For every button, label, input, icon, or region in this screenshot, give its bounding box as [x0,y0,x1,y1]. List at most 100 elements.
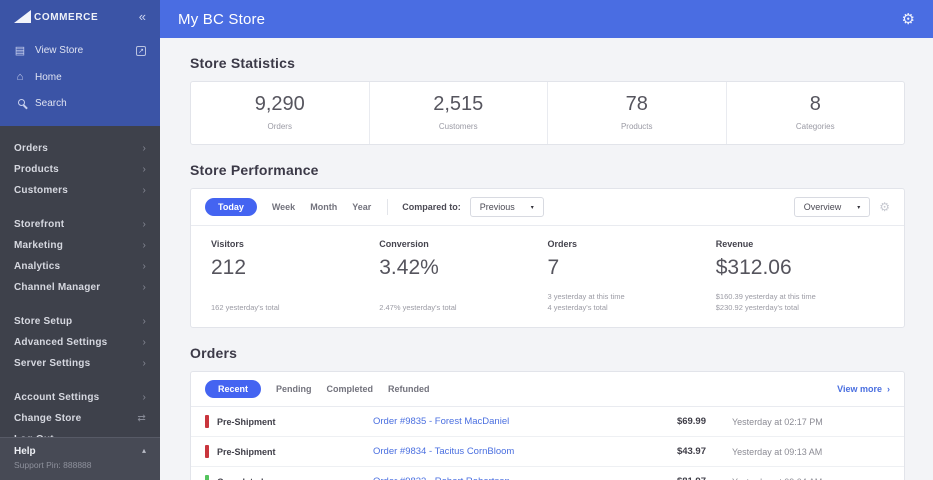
store-statistics-heading: Store Statistics [190,55,296,71]
menu-label: Server Settings [14,358,91,369]
metric-label: Revenue [715,239,754,249]
sidebar-item-server-settings[interactable]: Server Settings › [0,353,160,374]
metric-revenue: Revenue $312.06 $160.39 yesterday at thi… [716,239,884,314]
help-label: Help [14,446,36,457]
main-area: My BC Store ⚙ Store Statistics 9,290 Ord… [160,0,933,480]
sidebar-item-home[interactable]: ⌂ Home [14,64,146,90]
chevron-right-icon: › [142,337,146,348]
settings-gear-icon[interactable]: ⚙ [902,10,915,28]
chevron-right-icon: › [142,240,146,251]
metric-visitors: Visitors 212 162 yesterday's total [211,239,379,314]
stat-orders: 9,290 Orders [191,82,370,144]
order-link[interactable]: Order #9833 - Robert Robertson [373,476,642,480]
compare-select-value: Previous [479,202,515,212]
metric-value: $312.06 [715,256,792,279]
sidebar-item-channel-manager[interactable]: Channel Manager › [0,277,160,298]
tab-month[interactable]: Month [310,202,337,212]
tab-today[interactable]: Today [205,198,257,216]
metric-sub: 4 yesterday's total [547,303,608,313]
order-link[interactable]: Order #9834 - Tacitus CornBloom [373,446,642,457]
overview-select[interactable]: Overview ▾ [793,197,871,217]
metric-sub: $230.92 yesterday's total [715,303,799,313]
sidebar-top-section: COMMERCE « ▤ View Store ↗ ⌂ Home Search [0,0,160,126]
tab-refunded[interactable]: Refunded [388,384,430,394]
store-performance-heading: Store Performance [190,162,319,178]
metric-sub: $160.39 yesterday at this time [715,291,816,301]
menu-label: Storefront [14,219,65,230]
order-link[interactable]: Order #9835 - Forest MacDaniel [373,416,642,427]
sidebar-item-analytics[interactable]: Analytics › [0,256,160,277]
order-date: Yesterday at 09:13 AM [732,446,823,457]
sidebar-item-orders[interactable]: Orders › [0,138,160,159]
sidebar-item-marketing[interactable]: Marketing › [0,235,160,256]
compared-to-label: Compared to: [402,202,461,212]
stat-value: 9,290 [254,93,305,115]
status-label: Pre-Shipment [217,446,276,457]
stat-categories: 8 Categories [727,82,905,144]
order-status: Pre-Shipment [205,415,373,428]
bigcommerce-logo[interactable]: COMMERCE [14,10,98,23]
compare-select[interactable]: Previous ▾ [469,197,544,217]
support-pin: Support Pin: 888888 [14,460,92,470]
stat-products: 78 Products [548,82,727,144]
sidebar-item-store-setup[interactable]: Store Setup › [0,311,160,332]
dropdown-arrow-icon: ▾ [530,204,534,211]
performance-metrics: Visitors 212 162 yesterday's total Conve… [191,226,904,327]
stat-value: 2,515 [433,93,484,115]
tab-year[interactable]: Year [352,202,371,212]
order-row: Pre-Shipment Order #9835 - Forest MacDan… [191,407,904,437]
chevron-right-icon: › [142,316,146,327]
swap-store-icon: ⇄ [137,413,146,424]
overview-select-value: Overview [803,202,842,212]
top-header: My BC Store ⚙ [160,0,933,38]
menu-label: Account Settings [14,392,100,403]
sidebar-item-view-store[interactable]: ▤ View Store ↗ [14,37,146,64]
menu-label: Advanced Settings [14,337,108,348]
sidebar-item-change-store[interactable]: Change Store ⇄ [0,408,160,429]
sidebar-item-search[interactable]: Search [14,90,146,116]
metric-sub: 2.47% yesterday's total [379,303,457,313]
sidebar-item-advanced-settings[interactable]: Advanced Settings › [0,332,160,353]
search-icon [14,97,26,109]
order-status: Pre-Shipment [205,445,373,458]
tab-completed[interactable]: Completed [327,384,374,394]
stat-label: Products [620,122,653,131]
order-status: Completed [205,475,373,480]
orders-card: Recent Pending Completed Refunded View m… [190,371,905,480]
tab-recent[interactable]: Recent [205,380,262,398]
search-label: Search [35,97,67,109]
stat-value: 78 [625,93,648,115]
menu-label: Orders [14,143,48,154]
sidebar-menu: Orders › Products › Customers › Storefro… [0,126,160,450]
chevron-right-icon: › [142,219,146,230]
sidebar-item-storefront[interactable]: Storefront › [0,214,160,235]
sidebar-collapse-icon[interactable]: « [139,10,146,23]
metric-value: 7 [547,256,560,279]
stat-label: Categories [795,122,835,131]
content: Store Statistics 9,290 Orders 2,515 Cust… [160,38,933,480]
bigcommerce-sail-icon [14,10,31,23]
performance-settings-gear-icon[interactable]: ⚙ [879,200,890,214]
view-more-link[interactable]: View more › [837,384,890,394]
store-statistics-card: 9,290 Orders 2,515 Customers 78 Products… [190,81,905,145]
status-bar-icon [205,415,209,428]
sidebar-item-products[interactable]: Products › [0,159,160,180]
status-label: Completed [217,477,264,480]
orders-toolbar: Recent Pending Completed Refunded View m… [191,372,904,407]
sidebar-item-account-settings[interactable]: Account Settings › [0,387,160,408]
menu-label: Analytics [14,261,61,272]
order-row: Completed Order #9833 - Robert Robertson… [191,467,904,480]
menu-label: Store Setup [14,316,73,327]
caret-up-icon: ▴ [141,446,146,455]
sidebar-item-customers[interactable]: Customers › [0,180,160,201]
order-date: Yesterday at 02:17 PM [732,416,823,427]
status-bar-icon [205,445,209,458]
chevron-right-icon: › [142,282,146,293]
chevron-right-icon: › [142,143,146,154]
order-row: Pre-Shipment Order #9834 - Tacitus CornB… [191,437,904,467]
help-panel[interactable]: Help ▴ Support Pin: 888888 [0,437,160,480]
tab-week[interactable]: Week [272,202,295,212]
home-label: Home [35,71,62,83]
tab-pending[interactable]: Pending [276,384,312,394]
stat-label: Customers [438,122,478,131]
